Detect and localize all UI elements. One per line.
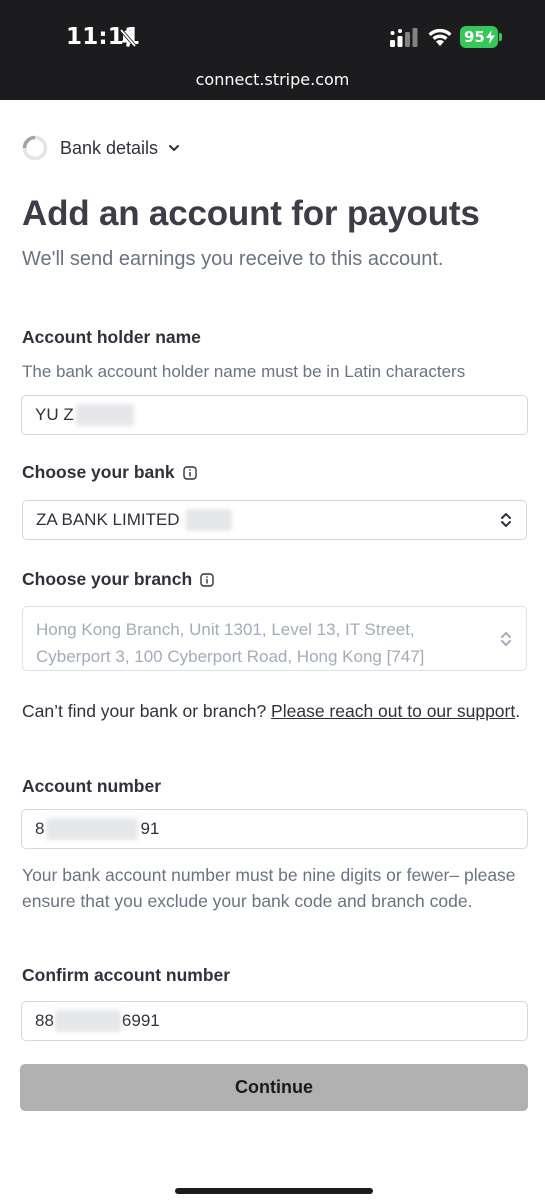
cellular-signal-icon bbox=[390, 28, 418, 47]
account-holder-label-text: Account holder name bbox=[22, 327, 201, 347]
confirm-account-suffix: 6991 bbox=[121, 1011, 160, 1030]
bank-label: Choose your bank bbox=[22, 462, 197, 483]
bell-slash-icon bbox=[119, 28, 137, 48]
branch-value: Hong Kong Branch, Unit 1301, Level 13, I… bbox=[36, 620, 425, 666]
branch-label-text: Choose your branch bbox=[22, 569, 193, 589]
battery-nub bbox=[499, 33, 502, 41]
redacted-patch bbox=[46, 818, 139, 840]
help-text-lead: Can’t find your bank or branch? bbox=[22, 701, 272, 721]
help-text-suffix: . bbox=[515, 701, 521, 721]
account-number-hint: Your bank account number must be nine di… bbox=[22, 865, 516, 911]
account-number-label-text: Account number bbox=[22, 776, 162, 796]
page-subtitle: We'll send earnings you receive to this … bbox=[22, 248, 444, 270]
account-holder-label: Account holder name bbox=[22, 327, 201, 348]
confirm-account-input[interactable]: 88 6991 bbox=[21, 1001, 528, 1041]
page-title: Add an account for payouts bbox=[22, 194, 480, 233]
select-arrows-icon bbox=[501, 513, 511, 527]
step-label: Bank details bbox=[60, 137, 159, 158]
progress-ring-icon bbox=[22, 135, 48, 161]
redacted-patch bbox=[75, 404, 134, 426]
account-number-label: Account number bbox=[22, 776, 161, 797]
charging-bolt-icon bbox=[486, 30, 495, 44]
status-bar: 11:11 95 connect.stripe.com bbox=[0, 0, 545, 100]
bank-value: ZA BANK LIMITED bbox=[36, 510, 180, 529]
battery-indicator: 95 bbox=[460, 26, 498, 48]
info-icon[interactable] bbox=[182, 465, 197, 480]
home-indicator[interactable] bbox=[175, 1188, 373, 1194]
account-number-suffix: 91 bbox=[140, 819, 160, 838]
confirm-account-prefix: 88 bbox=[35, 1011, 54, 1030]
account-holder-value: YU Z bbox=[35, 405, 74, 424]
redacted-patch bbox=[185, 509, 232, 531]
confirm-account-label: Confirm account number bbox=[22, 965, 230, 986]
url-bar[interactable]: connect.stripe.com bbox=[0, 70, 545, 89]
branch-select[interactable]: Hong Kong Branch, Unit 1301, Level 13, I… bbox=[22, 606, 527, 671]
account-holder-hint: The bank account holder name must be in … bbox=[22, 362, 466, 381]
account-number-input[interactable]: 8 91 bbox=[21, 809, 528, 849]
step-dropdown[interactable]: Bank details bbox=[22, 134, 180, 162]
account-number-prefix: 8 bbox=[35, 819, 45, 838]
redacted-patch bbox=[54, 1010, 121, 1032]
confirm-account-label-text: Confirm account number bbox=[22, 965, 231, 985]
info-icon[interactable] bbox=[200, 572, 214, 587]
chevron-down-icon bbox=[169, 145, 180, 151]
support-link[interactable]: Please reach out to our support bbox=[271, 701, 515, 721]
bank-select[interactable]: ZA BANK LIMITED bbox=[22, 500, 527, 540]
wifi-icon bbox=[428, 28, 452, 46]
help-text: Can’t find your bank or branch? Please r… bbox=[22, 697, 522, 725]
branch-label: Choose your branch bbox=[22, 569, 214, 590]
bank-label-text: Choose your bank bbox=[22, 462, 175, 482]
select-arrows-icon bbox=[501, 631, 511, 646]
continue-button[interactable]: Continue bbox=[20, 1064, 528, 1111]
battery-level: 95 bbox=[464, 28, 485, 46]
account-holder-input[interactable]: YU Z bbox=[21, 395, 528, 435]
